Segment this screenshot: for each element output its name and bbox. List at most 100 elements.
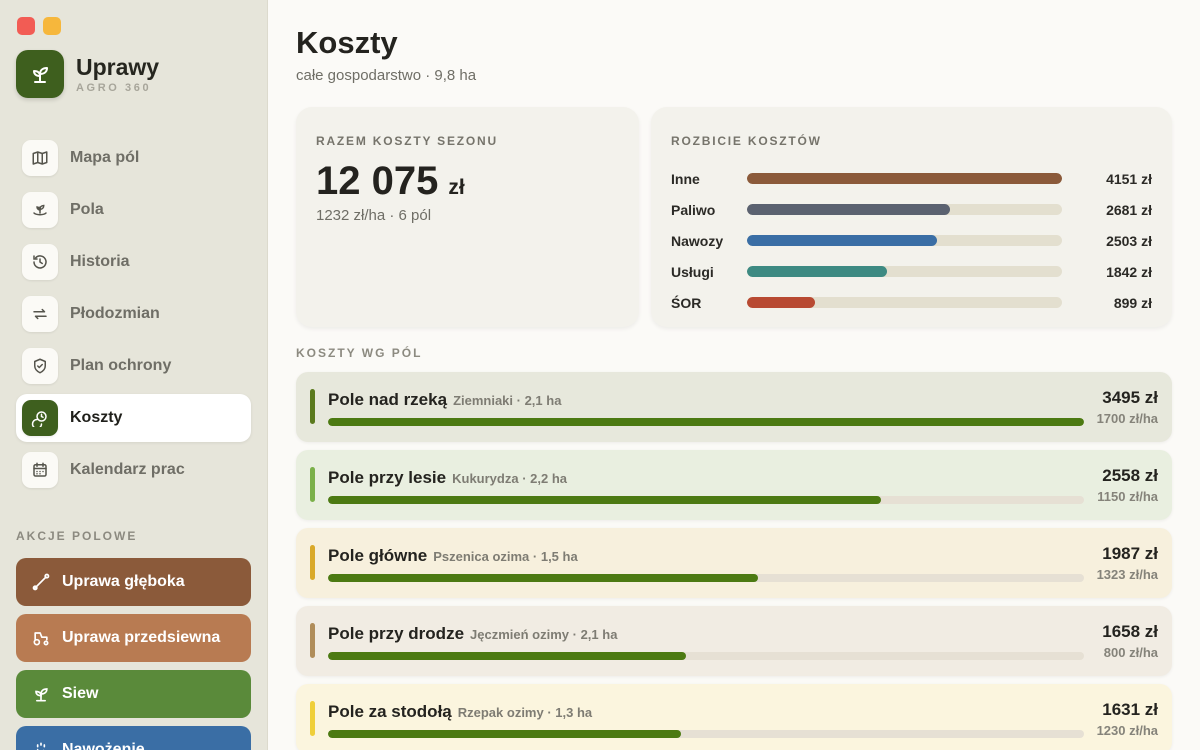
field-name: Pole przy drodze bbox=[328, 624, 465, 643]
field-cost-per-ha: 1230 zł/ha bbox=[1096, 723, 1158, 738]
breakdown-category: Paliwo bbox=[671, 201, 716, 218]
field-name: Pole główne bbox=[328, 546, 428, 565]
breakdown-rows: Inne 4151 zł Paliwo 2681 zł Nawozy 2503 … bbox=[671, 163, 1152, 318]
breakdown-value: 1842 zł bbox=[1106, 263, 1152, 280]
sidebar-item-historia[interactable]: Historia bbox=[16, 238, 251, 286]
action-uprawa-przedsiewna-button[interactable]: Uprawa przedsiewna bbox=[16, 614, 251, 662]
total-costs-sub: 1232 zł/ha · 6 pól bbox=[316, 207, 432, 224]
field-total-cost: 1631 zł bbox=[1102, 700, 1158, 719]
breakdown-bar-fill bbox=[747, 204, 951, 215]
total-costs-label: RAZEM KOSZTY SEZONU bbox=[316, 134, 498, 148]
breakdown-category: ŚOR bbox=[671, 294, 702, 311]
cost-icon bbox=[22, 400, 58, 436]
sidebar-item-koszty[interactable]: Koszty bbox=[16, 394, 251, 442]
field-total-cost: 1987 zł bbox=[1102, 544, 1158, 563]
sidebar-item-mapa-pol[interactable]: Mapa pól bbox=[16, 134, 251, 182]
field-cost-bar-fill bbox=[328, 574, 759, 582]
field-cost-per-ha: 1700 zł/ha bbox=[1096, 411, 1158, 426]
page-title: Koszty bbox=[296, 25, 398, 60]
sidebar-item-label: Plan ochrony bbox=[70, 357, 172, 374]
field-name: Pole nad rzeką bbox=[328, 390, 448, 409]
field-color-stripe bbox=[310, 389, 315, 424]
field-cost-bar-track bbox=[328, 418, 1084, 426]
breakdown-value: 4151 zł bbox=[1106, 170, 1152, 187]
action-label: Uprawa przedsiewna bbox=[62, 629, 221, 646]
action-label: Siew bbox=[62, 685, 99, 702]
field-cost-bar-fill bbox=[328, 730, 682, 738]
sidebar-item-label: Płodozmian bbox=[70, 305, 160, 322]
field-cost-per-ha: 1323 zł/ha bbox=[1096, 567, 1158, 582]
action-uprawa-gleboka-button[interactable]: Uprawa głęboka bbox=[16, 558, 251, 606]
field-card[interactable]: Pole główne Pszenica ozima · 1,5 ha 1987… bbox=[296, 528, 1172, 598]
calendar-icon bbox=[22, 452, 58, 488]
field-cost-per-ha: 800 zł/ha bbox=[1103, 645, 1158, 660]
breakdown-category: Inne bbox=[671, 170, 700, 187]
action-label: Uprawa głęboka bbox=[62, 573, 185, 590]
app-name: Uprawy bbox=[76, 54, 160, 80]
field-name: Pole za stodołą bbox=[328, 702, 452, 721]
breakdown-category: Nawozy bbox=[671, 232, 724, 249]
field-cost-per-ha: 1150 zł/ha bbox=[1097, 489, 1158, 504]
breakdown-bar-track bbox=[747, 297, 1062, 308]
fields-section-title: KOSZTY WG PÓL bbox=[296, 346, 423, 360]
breakdown-bar-fill bbox=[747, 173, 1062, 184]
action-siew-button[interactable]: Siew bbox=[16, 670, 251, 718]
field-card[interactable]: Pole nad rzeką Ziemniaki · 2,1 ha 3495 z… bbox=[296, 372, 1172, 442]
breakdown-bar-track bbox=[747, 235, 1062, 246]
field-name: Pole przy lesie bbox=[328, 468, 447, 487]
breakdown-bar-track bbox=[747, 204, 1062, 215]
breakdown-bar-track bbox=[747, 173, 1062, 184]
tractor-icon bbox=[30, 627, 52, 649]
field-costs-list: Pole nad rzeką Ziemniaki · 2,1 ha 3495 z… bbox=[296, 372, 1172, 750]
field-cost-bar-track bbox=[328, 574, 1084, 582]
actions-section-title: AKCJE POLOWE bbox=[16, 529, 138, 543]
breakdown-row: Paliwo 2681 zł bbox=[671, 194, 1152, 225]
seedling-logo-icon bbox=[16, 50, 64, 98]
sidebar-item-label: Historia bbox=[70, 253, 130, 270]
field-total-cost: 2558 zł bbox=[1102, 466, 1158, 485]
breakdown-bar-fill bbox=[747, 235, 937, 246]
close-window-button[interactable] bbox=[17, 17, 35, 35]
field-color-stripe bbox=[310, 623, 315, 658]
sidebar-item-label: Kalendarz prac bbox=[70, 461, 185, 478]
field-cost-bar-fill bbox=[328, 652, 687, 660]
action-label: Nawożenie bbox=[62, 741, 145, 750]
sidebar-item-plan-ochrony[interactable]: Plan ochrony bbox=[16, 342, 251, 390]
map-icon bbox=[22, 140, 58, 176]
sidebar-item-label: Mapa pól bbox=[70, 149, 140, 166]
minimize-window-button[interactable] bbox=[43, 17, 61, 35]
brand: Uprawy AGRO 360 bbox=[16, 50, 159, 98]
sprout-field-icon bbox=[22, 192, 58, 228]
breakdown-value: 899 zł bbox=[1113, 294, 1152, 311]
total-costs-card: RAZEM KOSZTY SEZONU 12 075 zł 1232 zł/ha… bbox=[296, 107, 639, 327]
breakdown-row: Inne 4151 zł bbox=[671, 163, 1152, 194]
sidebar-nav: Mapa pól Pola Historia Płodozmian Plan o… bbox=[16, 134, 251, 498]
sidebar-item-kalendarz-prac[interactable]: Kalendarz prac bbox=[16, 446, 251, 494]
breakdown-value: 2503 zł bbox=[1106, 232, 1152, 249]
field-card[interactable]: Pole za stodołą Rzepak ozimy · 1,3 ha 16… bbox=[296, 684, 1172, 750]
rotation-icon bbox=[22, 296, 58, 332]
plough-icon bbox=[30, 571, 52, 593]
field-crop: Pszenica ozima · 1,5 ha bbox=[433, 549, 578, 564]
field-crop: Jęczmień ozimy · 2,1 ha bbox=[470, 627, 618, 642]
field-color-stripe bbox=[310, 545, 315, 580]
field-total-cost: 3495 zł bbox=[1102, 388, 1158, 407]
sidebar-item-plodozmian[interactable]: Płodozmian bbox=[16, 290, 251, 338]
sidebar-item-label: Koszty bbox=[70, 409, 123, 426]
sidebar-item-pola[interactable]: Pola bbox=[16, 186, 251, 234]
cost-breakdown-card: ROZBICIE KOSZTÓW Inne 4151 zł Paliwo 268… bbox=[651, 107, 1172, 327]
field-cost-bar-fill bbox=[328, 496, 882, 504]
action-nawozenie-button[interactable]: Nawożenie bbox=[16, 726, 251, 750]
field-crop: Ziemniaki · 2,1 ha bbox=[453, 393, 562, 408]
breakdown-bar-fill bbox=[747, 266, 887, 277]
field-crop: Kukurydza · 2,2 ha bbox=[452, 471, 567, 486]
seedling-icon bbox=[30, 683, 52, 705]
field-card[interactable]: Pole przy drodze Jęczmień ozimy · 2,1 ha… bbox=[296, 606, 1172, 676]
field-actions: Uprawa głęboka Uprawa przedsiewna Siew N… bbox=[16, 558, 251, 750]
sidebar: Uprawy AGRO 360 Mapa pól Pola Historia P… bbox=[0, 0, 268, 750]
breakdown-row: Usługi 1842 zł bbox=[671, 256, 1152, 287]
field-crop: Rzepak ozimy · 1,3 ha bbox=[457, 705, 593, 720]
field-cost-bar-track bbox=[328, 730, 1084, 738]
total-costs-value: 12 075 zł bbox=[316, 159, 465, 204]
field-card[interactable]: Pole przy lesie Kukurydza · 2,2 ha 2558 … bbox=[296, 450, 1172, 520]
